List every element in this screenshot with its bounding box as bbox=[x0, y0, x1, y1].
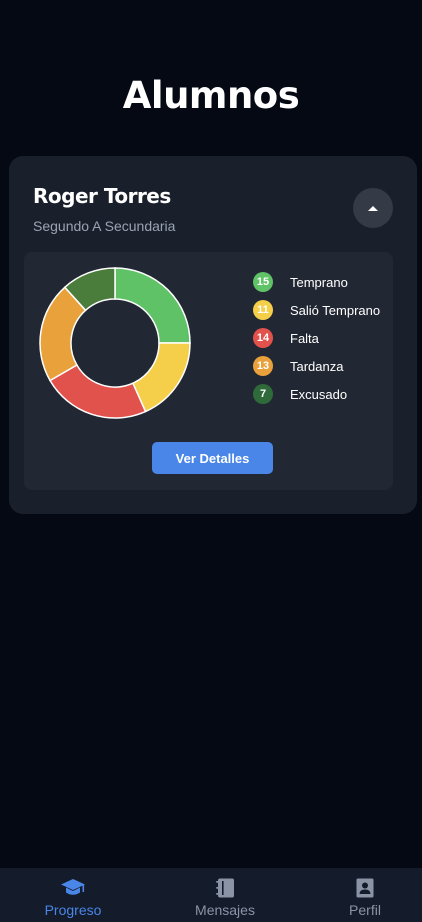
legend-item-salio-temprano: 11 Salió Temprano bbox=[253, 296, 380, 324]
legend-item-tardanza: 13 Tardanza bbox=[253, 352, 380, 380]
legend-count-badge: 7 bbox=[253, 384, 273, 404]
student-card: Roger Torres Segundo A Secundaria 15 Tem… bbox=[9, 156, 417, 514]
legend-label: Falta bbox=[290, 330, 319, 346]
tab-label: Perfil bbox=[349, 902, 381, 918]
graduation-cap-icon bbox=[60, 877, 86, 899]
legend-label: Excusado bbox=[290, 386, 348, 402]
contact-card-icon bbox=[356, 877, 374, 899]
tab-mensajes[interactable]: Mensajes bbox=[165, 868, 285, 922]
tab-progreso[interactable]: Progreso bbox=[13, 868, 133, 922]
legend-count-badge: 15 bbox=[253, 272, 273, 292]
legend-label: Temprano bbox=[290, 274, 348, 290]
student-name: Roger Torres bbox=[33, 184, 171, 208]
notebook-icon bbox=[215, 877, 235, 899]
legend-label: Tardanza bbox=[290, 358, 344, 374]
chart-legend: 15 Temprano 11 Salió Temprano 14 Falta 1… bbox=[253, 268, 380, 408]
page-title: Alumnos bbox=[122, 74, 300, 117]
attendance-donut-chart bbox=[39, 267, 191, 419]
attendance-panel: 15 Temprano 11 Salió Temprano 14 Falta 1… bbox=[24, 252, 393, 490]
student-grade: Segundo A Secundaria bbox=[33, 218, 176, 234]
legend-item-excusado: 7 Excusado bbox=[253, 380, 380, 408]
chevron-up-icon bbox=[368, 206, 378, 211]
donut-slice-temprano bbox=[114, 267, 191, 344]
legend-label: Salió Temprano bbox=[290, 302, 381, 318]
tab-label: Progreso bbox=[44, 902, 102, 918]
legend-count-badge: 14 bbox=[253, 328, 273, 348]
bottom-tab-bar: Progreso Mensajes Perfil bbox=[0, 868, 422, 922]
view-details-button[interactable]: Ver Detalles bbox=[152, 442, 273, 474]
legend-item-temprano: 15 Temprano bbox=[253, 268, 380, 296]
tab-perfil[interactable]: Perfil bbox=[305, 868, 422, 922]
collapse-button[interactable] bbox=[353, 188, 393, 228]
legend-count-badge: 13 bbox=[253, 356, 273, 376]
legend-count-badge: 11 bbox=[253, 300, 273, 320]
tab-label: Mensajes bbox=[195, 902, 255, 918]
legend-item-falta: 14 Falta bbox=[253, 324, 380, 352]
